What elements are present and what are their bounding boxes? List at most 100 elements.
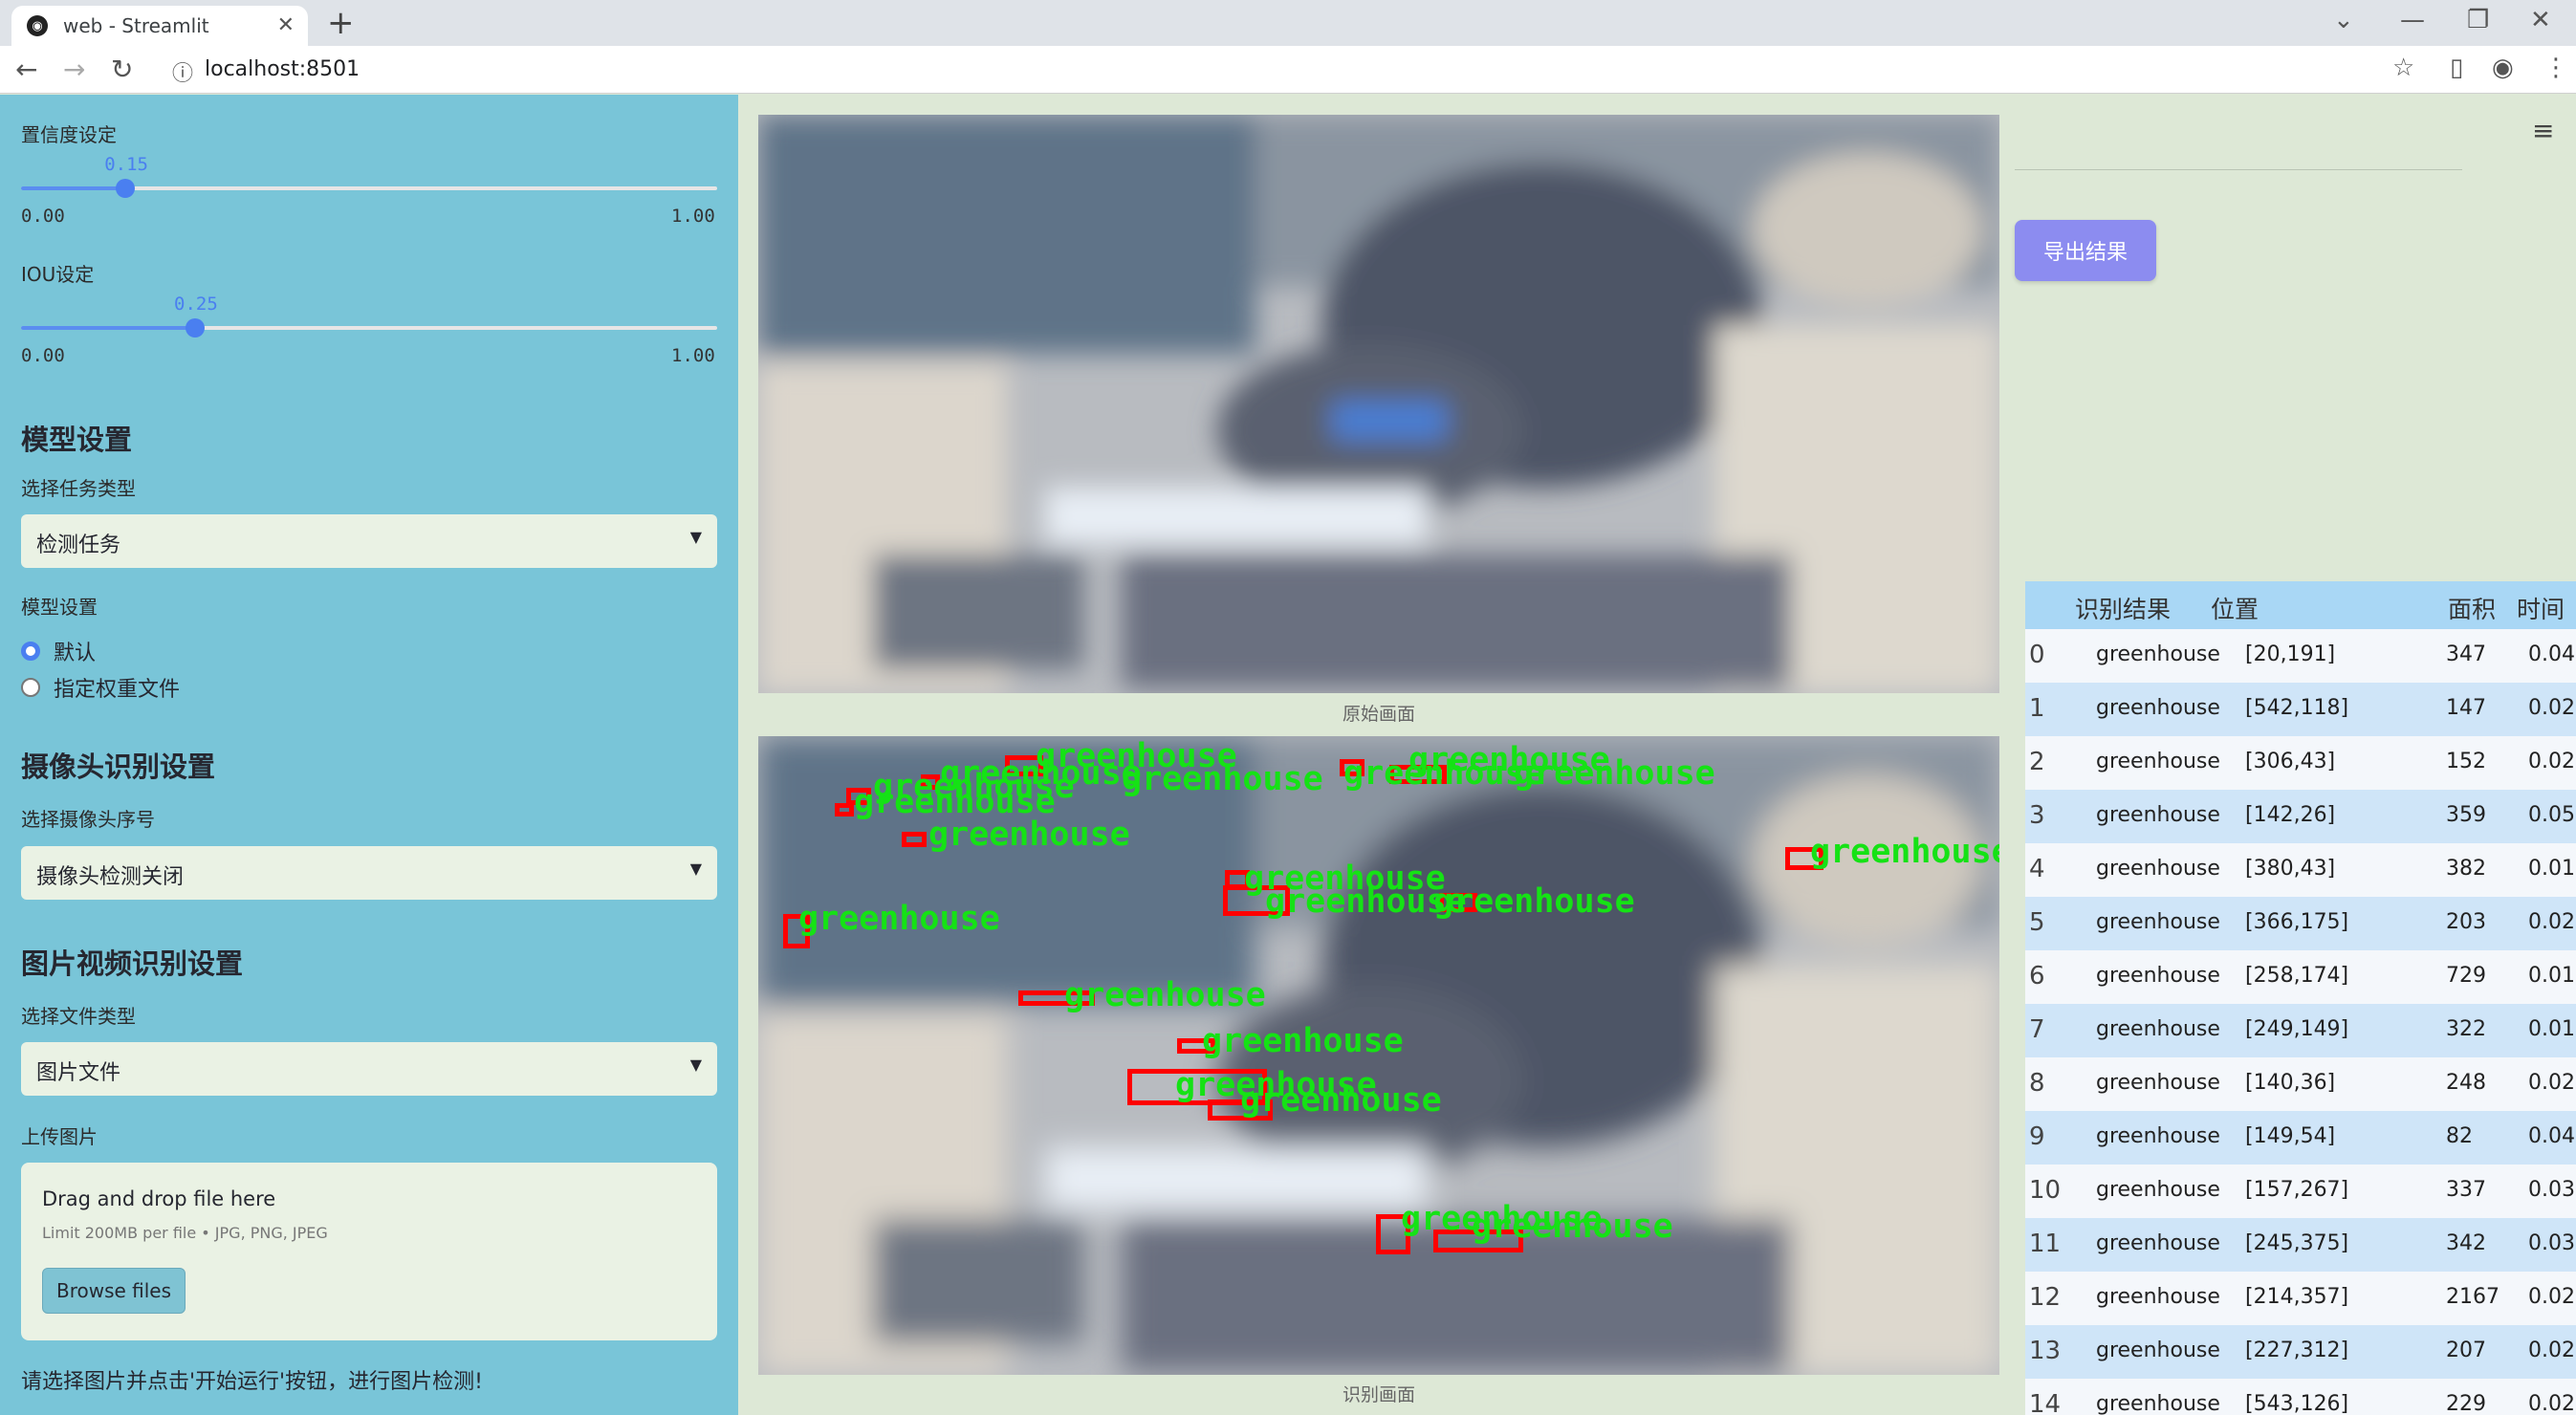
column-header-result[interactable]: 识别结果 [2075,591,2171,625]
detection-label: greenhouse [1472,1208,1673,1246]
column-header-position[interactable]: 位置 [2211,591,2259,625]
row-index: 3 [2029,801,2045,830]
table-row[interactable]: 11 greenhouse [245,375] 342 0.03 [2025,1218,2576,1272]
cell-time: 0.02 [2528,1071,2575,1095]
table-row[interactable]: 9 greenhouse [149,54] 82 0.04 [2025,1111,2576,1165]
new-tab-icon[interactable]: + [327,6,355,40]
camera-index-select[interactable]: 摄像头检测关闭 ▼ [21,846,717,900]
iou-slider[interactable] [21,318,717,337]
row-index: 10 [2029,1176,2062,1205]
cell-class: greenhouse [2096,1017,2220,1041]
cell-class: greenhouse [2096,642,2220,666]
forward-arrow-icon[interactable]: → [63,54,85,85]
row-index: 1 [2029,694,2045,723]
table-row[interactable]: 14 greenhouse [543,126] 229 0.02 [2025,1379,2576,1415]
cell-time: 0.01 [2528,964,2575,988]
table-row[interactable]: 4 greenhouse [380,43] 382 0.01 [2025,843,2576,897]
bookmark-star-icon[interactable]: ☆ [2392,54,2414,82]
column-header-area[interactable]: 面积 [2448,591,2496,625]
table-row[interactable]: 1 greenhouse [542,118] 147 0.02 [2025,683,2576,736]
tab-close-icon[interactable]: ✕ [277,13,295,37]
detection-label: greenhouse [1240,1081,1442,1120]
minimize-icon[interactable]: — [2400,6,2425,34]
back-arrow-icon[interactable]: ← [15,54,37,85]
cell-area: 82 [2446,1124,2473,1148]
table-row[interactable]: 2 greenhouse [306,43] 152 0.02 [2025,736,2576,790]
file-type-label: 选择文件类型 [21,1005,136,1028]
cell-time: 0.02 [2528,750,2575,773]
detection-label: greenhouse [1810,833,1999,871]
column-header-time[interactable]: 时间 [2517,591,2565,625]
reload-icon[interactable]: ↻ [111,54,133,85]
cell-area: 229 [2446,1392,2486,1415]
browser-toolbar: ← → ↻ ⓘ localhost:8501 ☆ ▯ ◉ ⋮ [0,46,2576,94]
table-row[interactable]: 12 greenhouse [214,357] 2167 0.02 [2025,1272,2576,1325]
url-text: localhost:8501 [205,57,360,81]
tab-list-chevron-icon[interactable]: ⌄ [2333,6,2354,34]
profile-avatar-icon[interactable]: ◉ [2492,54,2514,82]
radio-default[interactable]: 默认 [21,636,96,666]
restore-icon[interactable]: ❐ [2467,6,2489,34]
cell-position: [140,36] [2245,1071,2336,1095]
browser-tab[interactable]: ◉ web - Streamlit ✕ [11,6,308,46]
cell-position: [542,118] [2245,696,2349,720]
detection-label: greenhouse [1514,754,1715,793]
file-dropzone[interactable]: Drag and drop file here Limit 200MB per … [21,1163,717,1340]
cell-area: 207 [2446,1339,2486,1362]
cell-class: greenhouse [2096,857,2220,881]
cell-position: [543,126] [2245,1392,2349,1415]
row-index: 11 [2029,1230,2062,1258]
browser-menu-icon[interactable]: ⋮ [2543,54,2568,82]
cell-area: 342 [2446,1231,2486,1255]
confidence-slider-thumb[interactable] [116,179,136,198]
detection-label: greenhouse [1064,976,1266,1014]
cell-area: 347 [2446,642,2486,666]
cell-position: [149,54] [2245,1124,2336,1148]
file-type-select[interactable]: 图片文件 ▼ [21,1042,717,1096]
radio-unchecked-icon[interactable] [21,678,40,697]
table-row[interactable]: 7 greenhouse [249,149] 322 0.01 [2025,1004,2576,1057]
row-index: 2 [2029,748,2045,776]
export-results-button[interactable]: 导出结果 [2015,220,2156,281]
table-row[interactable]: 5 greenhouse [366,175] 203 0.02 [2025,897,2576,950]
chevron-down-icon: ▼ [689,860,702,878]
dropzone-limit: Limit 200MB per file • JPG, PNG, JPEG [42,1224,328,1242]
detection-box [835,803,854,816]
browse-files-button[interactable]: Browse files [42,1268,186,1314]
row-index: 8 [2029,1069,2045,1098]
task-type-value: 检测任务 [36,533,121,557]
cell-position: [142,26] [2245,803,2336,827]
iou-slider-thumb[interactable] [186,318,205,337]
table-row[interactable]: 13 greenhouse [227,312] 207 0.02 [2025,1325,2576,1379]
cell-class: greenhouse [2096,1339,2220,1362]
cell-area: 147 [2446,696,2486,720]
detection-label: greenhouse [1122,760,1323,798]
row-index: 7 [2029,1015,2045,1044]
task-type-select[interactable]: 检测任务 ▼ [21,514,717,568]
camera-section-title: 摄像头识别设置 [21,751,216,783]
table-row[interactable]: 8 greenhouse [140,36] 248 0.02 [2025,1057,2576,1111]
table-row[interactable]: 0 greenhouse [20,191] 347 0.04 [2025,629,2576,683]
cell-position: [249,149] [2245,1017,2349,1041]
cell-position: [366,175] [2245,910,2349,934]
task-type-label: 选择任务类型 [21,477,136,500]
confidence-label: 置信度设定 [21,123,117,146]
hamburger-menu-icon[interactable]: ≡ [2532,115,2554,146]
cell-position: [214,357] [2245,1285,2349,1309]
close-window-icon[interactable]: ✕ [2530,6,2551,34]
camera-index-value: 摄像头检测关闭 [36,865,185,889]
radio-checked-icon[interactable] [21,642,40,661]
cell-time: 0.05 [2528,803,2575,827]
cell-time: 0.02 [2528,1339,2575,1362]
confidence-slider[interactable] [21,179,717,198]
address-bar[interactable]: ⓘ localhost:8501 [159,52,2425,88]
cell-class: greenhouse [2096,1178,2220,1202]
site-info-icon[interactable]: ⓘ [172,56,193,87]
radio-custom-weights[interactable]: 指定权重文件 [21,672,180,703]
table-row[interactable]: 6 greenhouse [258,174] 729 0.01 [2025,950,2576,1004]
side-panel-icon[interactable]: ▯ [2450,54,2463,82]
file-type-value: 图片文件 [36,1061,121,1085]
table-row[interactable]: 10 greenhouse [157,267] 337 0.03 [2025,1165,2576,1218]
table-row[interactable]: 3 greenhouse [142,26] 359 0.05 [2025,790,2576,843]
cell-area: 2167 [2446,1285,2500,1309]
